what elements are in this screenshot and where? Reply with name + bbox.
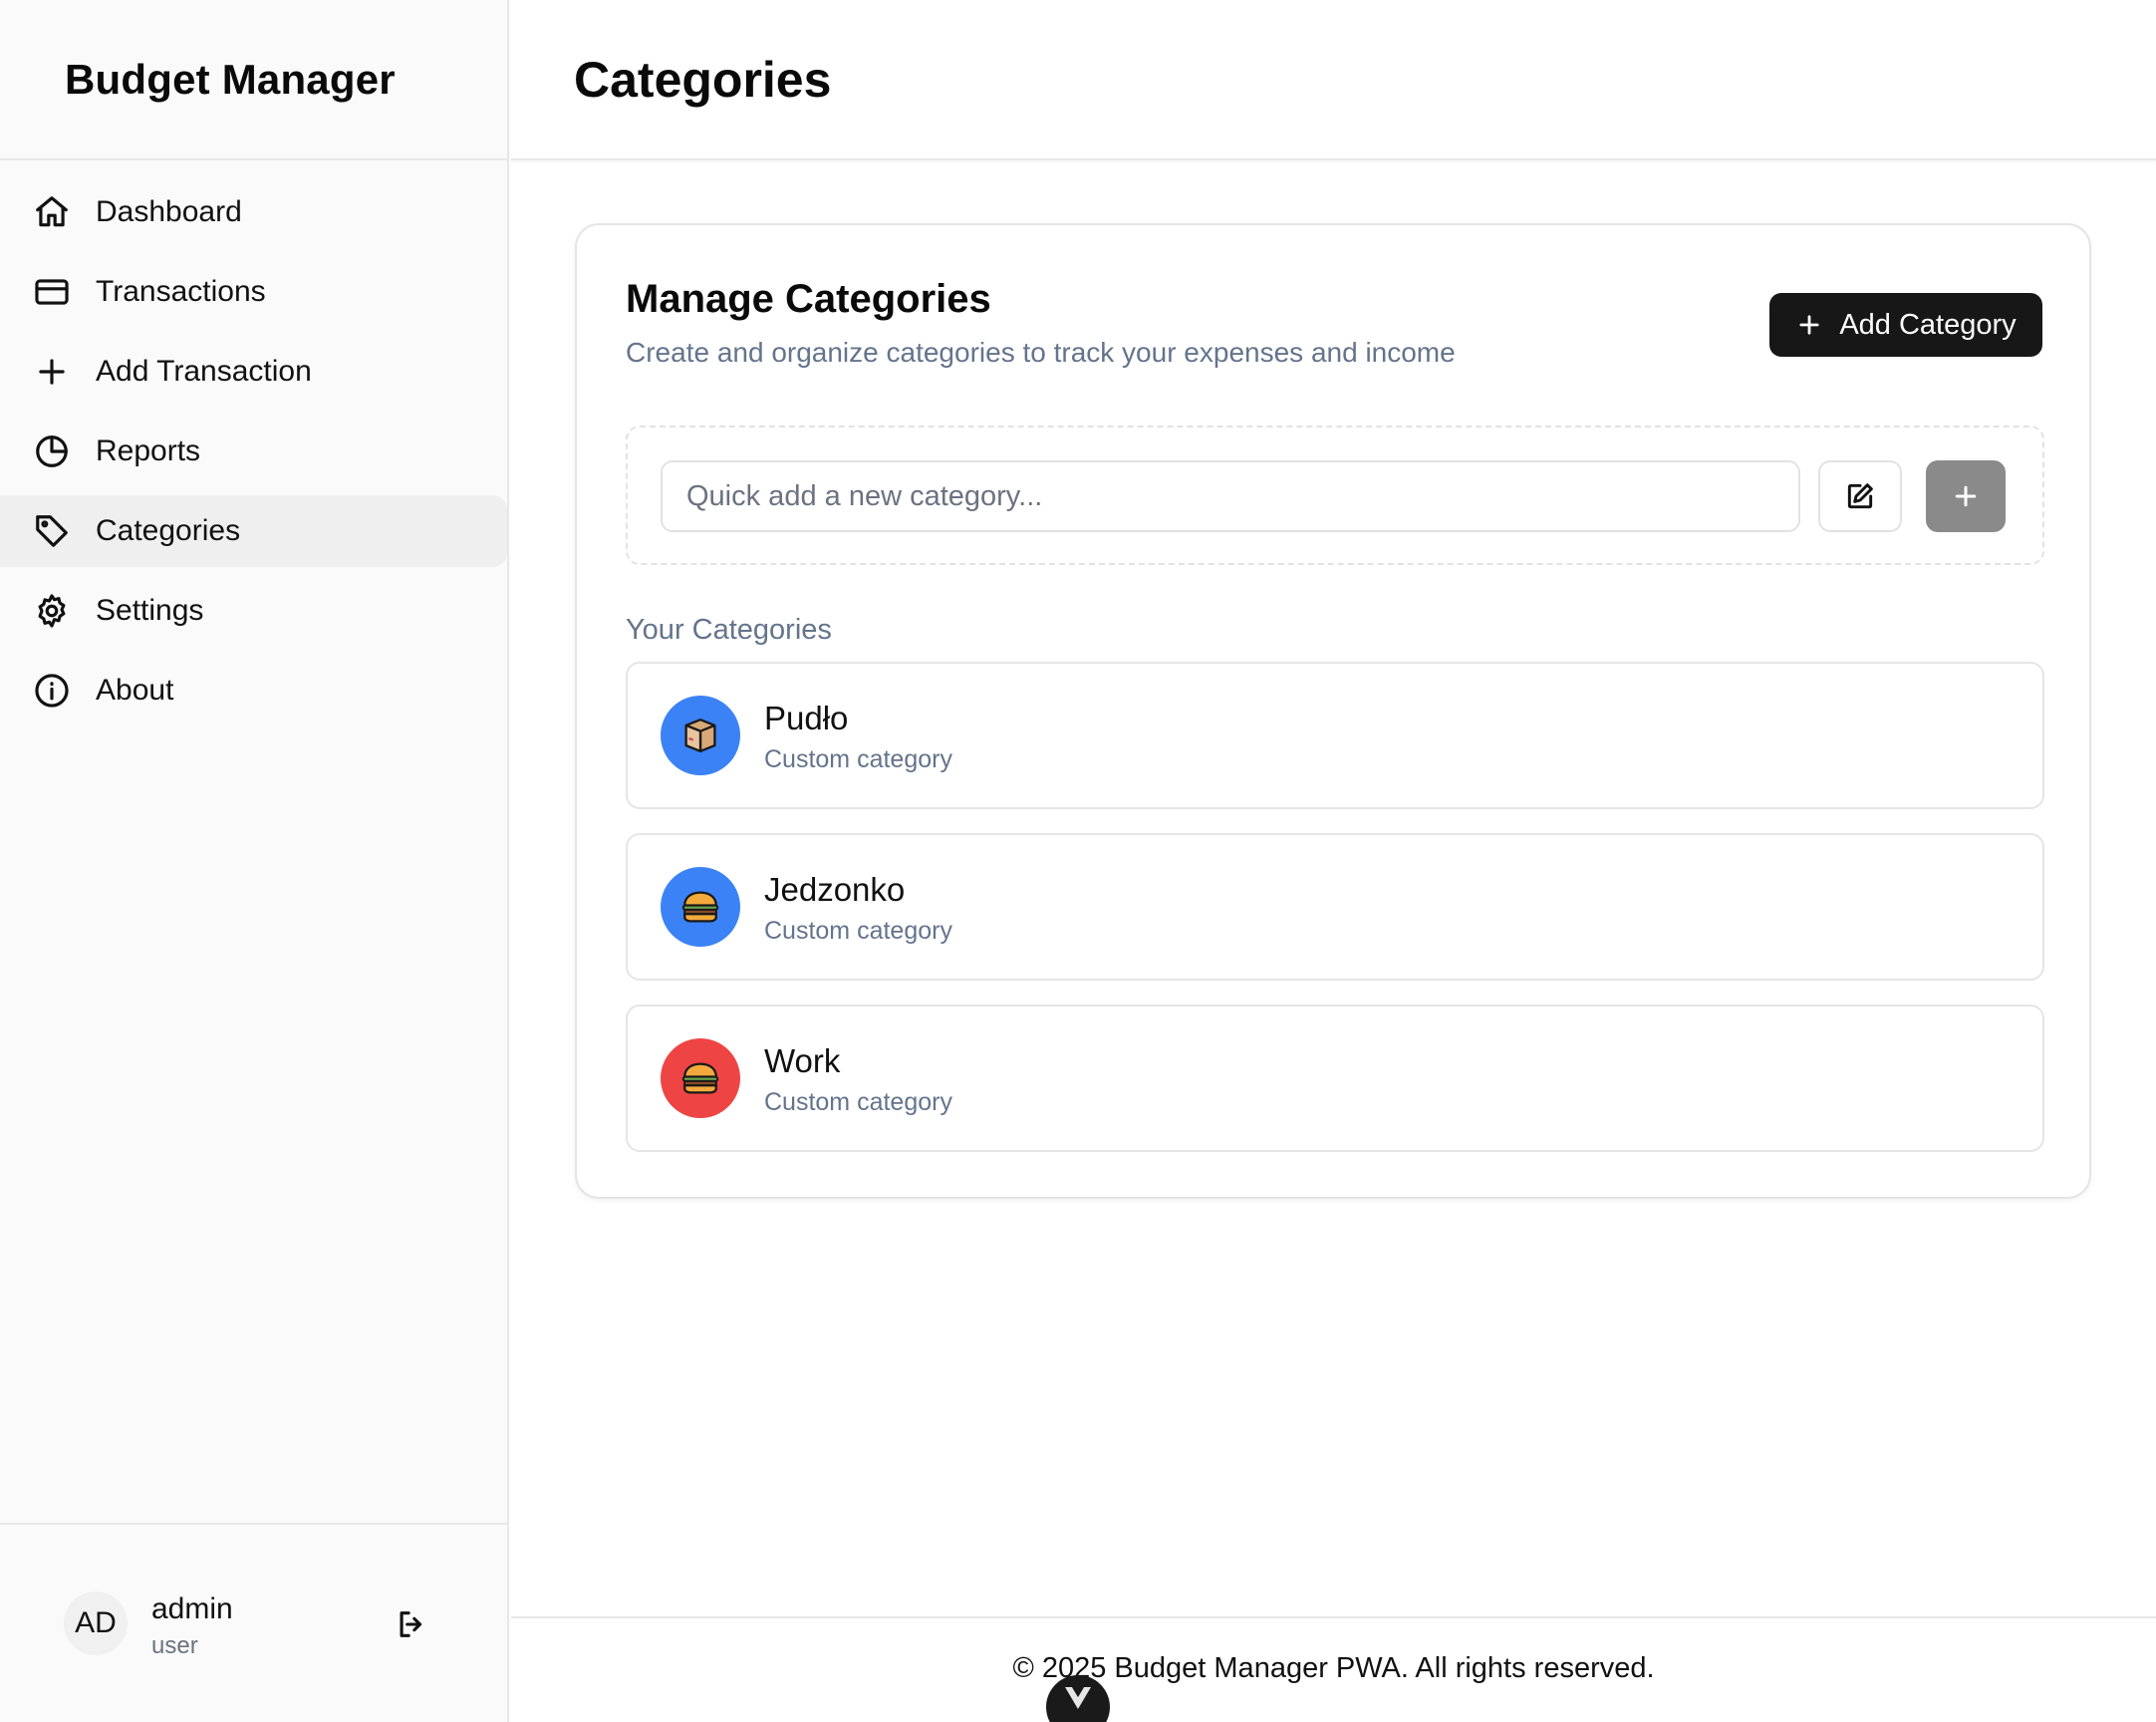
user-name: admin [151, 1592, 233, 1625]
plus-icon [1799, 315, 1819, 335]
category-description: Custom category [764, 917, 952, 945]
category-name: Pudło [764, 700, 849, 736]
manage-categories-card: Manage Categories Create and organize ca… [575, 223, 2091, 1199]
list-item[interactable]: Jedzonko Custom category [626, 833, 2044, 981]
app-root: Budget Manager Dashboard Transactions Ad… [0, 0, 2156, 1722]
section-label: Your Categories [626, 614, 832, 646]
list-item[interactable]: Work Custom category [626, 1004, 2044, 1152]
sidebar-item-label: Transactions [96, 275, 266, 308]
sidebar-item-add-transaction[interactable]: Add Transaction [0, 336, 507, 408]
sidebar-item-dashboard[interactable]: Dashboard [0, 176, 507, 248]
page-title: Categories [511, 0, 2156, 160]
category-name: Jedzonko [764, 871, 906, 908]
avatar: AD [64, 1591, 128, 1655]
hamburger-icon [681, 1062, 719, 1094]
pie-chart-icon [32, 431, 72, 471]
footer: © 2025 Budget Manager PWA. All rights re… [511, 1616, 2156, 1722]
card-title: Manage Categories [626, 277, 991, 321]
logout-icon [400, 1611, 422, 1637]
user-role: user [151, 1632, 198, 1659]
category-icon-badge [661, 867, 740, 947]
plus-icon [1955, 485, 1977, 507]
quick-add-panel [626, 426, 2044, 565]
category-description: Custom category [764, 745, 952, 773]
user-profile: AD admin user [0, 1523, 507, 1722]
info-icon [32, 671, 72, 711]
sidebar-item-label: Add Transaction [96, 355, 312, 388]
list-item[interactable]: Pudło Custom category [626, 662, 2044, 809]
category-icon-badge [661, 696, 740, 775]
quick-add-submit-button[interactable] [1926, 460, 2006, 532]
edit-details-button[interactable] [1818, 460, 1902, 532]
package-icon [684, 718, 716, 752]
sidebar-item-transactions[interactable]: Transactions [0, 256, 507, 328]
gear-icon [32, 591, 72, 631]
category-description: Custom category [764, 1088, 952, 1116]
sidebar-item-label: Dashboard [96, 195, 242, 228]
category-list: Pudło Custom category Jedzonko Custom ca… [626, 662, 2044, 1176]
sidebar-item-reports[interactable]: Reports [0, 416, 507, 487]
category-name: Work [764, 1042, 841, 1079]
sidebar-item-label: Settings [96, 594, 204, 627]
sidebar-item-settings[interactable]: Settings [0, 575, 507, 647]
sidebar-nav: Dashboard Transactions Add Transaction R… [0, 160, 507, 726]
plus-icon [32, 352, 72, 392]
home-icon [32, 192, 72, 232]
sidebar-item-categories[interactable]: Categories [0, 495, 507, 567]
quick-add-input[interactable] [661, 460, 1800, 532]
hamburger-icon [681, 891, 719, 923]
edit-icon [1847, 483, 1873, 509]
sidebar-item-about[interactable]: About [0, 655, 507, 726]
vue-logo-icon [1065, 1687, 1091, 1709]
add-category-label: Add Category [1839, 308, 2017, 341]
sidebar: Budget Manager Dashboard Transactions Ad… [0, 0, 509, 1722]
logout-button[interactable] [392, 1604, 431, 1644]
sidebar-item-label: Reports [96, 434, 201, 467]
credit-card-icon [32, 272, 72, 312]
card-subtitle: Create and organize categories to track … [626, 337, 1456, 368]
sidebar-item-label: About [96, 674, 174, 707]
add-category-button[interactable]: Add Category [1769, 293, 2042, 357]
app-brand: Budget Manager [0, 0, 507, 160]
tag-icon [32, 511, 72, 551]
footer-copyright: © 2025 Budget Manager PWA. All rights re… [1012, 1652, 1655, 1684]
category-icon-badge [661, 1038, 740, 1118]
sidebar-item-label: Categories [96, 514, 241, 547]
